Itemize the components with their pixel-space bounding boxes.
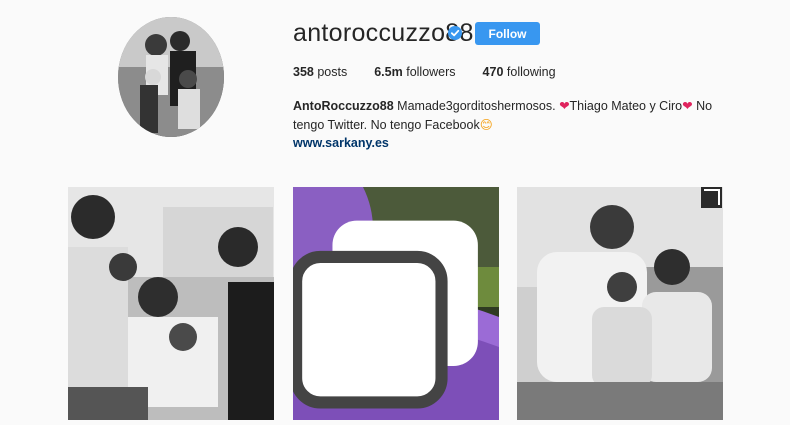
heart-emoji-icon: ❤ <box>682 99 693 113</box>
bio-text-1: Mamade3gorditoshermosos. <box>393 99 560 113</box>
post-thumbnail[interactable] <box>293 187 499 420</box>
post-thumbnail[interactable] <box>68 187 274 420</box>
following-count: 470 <box>482 65 504 79</box>
followers-count: 6.5m <box>374 65 403 79</box>
smile-emoji-icon: 😊 <box>479 118 493 132</box>
profile-stats: 358 posts 6.5m followers 470 following <box>293 65 583 79</box>
verified-badge-icon <box>448 26 462 40</box>
post-image <box>68 187 274 420</box>
posts-label: posts <box>317 65 348 79</box>
posts-stat: 358 posts <box>293 65 347 79</box>
post-thumbnail[interactable] <box>517 187 723 420</box>
profile-bio: AntoRoccuzzo88 Mamade3gorditoshermosos. … <box>293 97 733 135</box>
profile-username: antoroccuzzo88 <box>293 19 474 47</box>
profile-website-link[interactable]: www.sarkany.es <box>293 136 389 150</box>
follow-button[interactable]: Follow <box>475 22 540 45</box>
followers-stat[interactable]: 6.5m followers <box>374 65 455 79</box>
profile-avatar[interactable] <box>118 17 224 137</box>
following-stat[interactable]: 470 following <box>483 65 556 79</box>
bio-text-2: Thiago Mateo y Ciro <box>569 99 683 113</box>
multiple-photos-icon <box>293 220 478 409</box>
multiple-photos-icon <box>701 187 722 208</box>
heart-emoji-icon: ❤ <box>559 99 570 113</box>
following-label: following <box>506 65 556 79</box>
followers-label: followers <box>406 65 456 79</box>
bio-full-name: AntoRoccuzzo88 <box>293 99 394 113</box>
posts-count: 358 <box>293 65 314 79</box>
post-image <box>517 187 723 420</box>
